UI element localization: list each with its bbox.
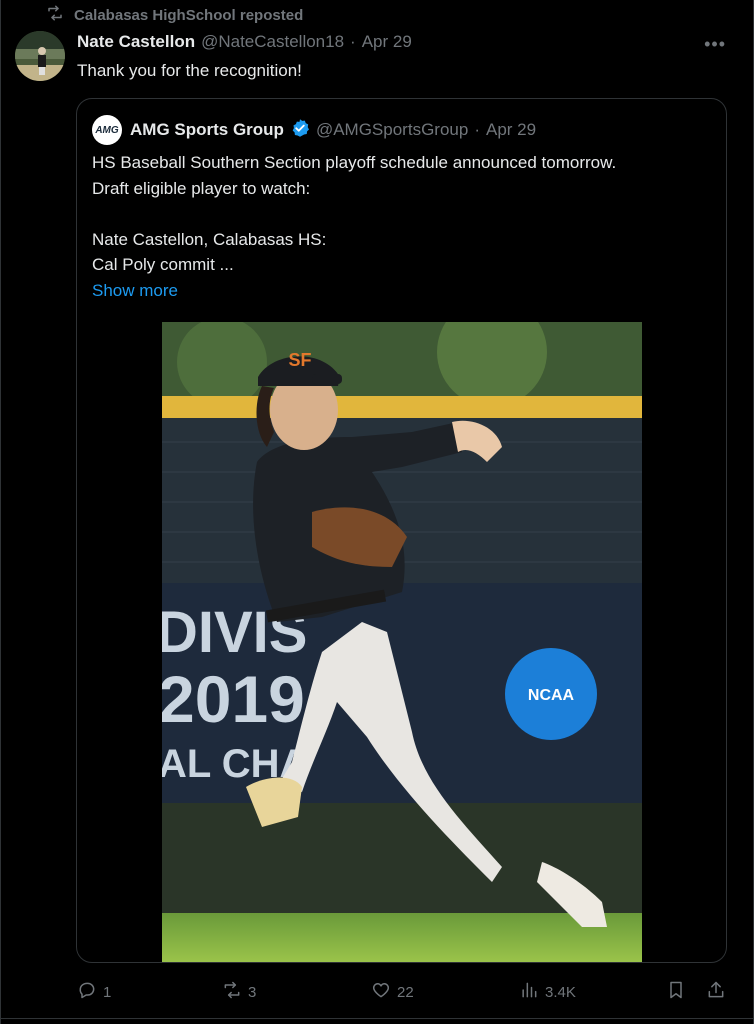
ncaa-logo-text: NCAA: [528, 687, 575, 704]
quote-separator: ·: [474, 120, 480, 139]
share-icon: [706, 980, 726, 1004]
action-bar: 1 3 22 3.4K: [0, 978, 754, 1006]
quote-line: Nate Castellon, Calabasas HS:: [92, 229, 327, 249]
reply-count: 1: [103, 983, 112, 1001]
quote-line: Draft eligible player to watch:: [92, 178, 311, 198]
like-button[interactable]: 22: [371, 978, 414, 1006]
views-count: 3.4K: [545, 983, 576, 1001]
svg-text:SF: SF: [288, 350, 311, 370]
repost-label: Calabasas HighSchool reposted: [74, 6, 304, 24]
views-button[interactable]: 3.4K: [519, 978, 576, 1006]
quote-header: AMG AMG Sports Group @AMGSportsGroup · A…: [92, 115, 536, 145]
bookmark-icon: [666, 980, 686, 1004]
repost-icon: [46, 4, 64, 26]
quote-date[interactable]: Apr 29: [486, 120, 536, 140]
bottom-border: [0, 1018, 754, 1019]
reply-icon: [77, 980, 97, 1004]
author-handle[interactable]: @NateCastellon18: [201, 32, 344, 52]
quoted-tweet[interactable]: AMG AMG Sports Group @AMGSportsGroup · A…: [76, 98, 727, 963]
more-options-icon[interactable]: •••: [704, 34, 726, 55]
quote-text: HS Baseball Southern Section playoff sch…: [92, 150, 712, 303]
left-border: [0, 0, 1, 1024]
quote-media-photo[interactable]: DIVIS 2019 AL CHA NCAA SF: [162, 322, 642, 962]
bookmark-button[interactable]: [666, 978, 686, 1006]
heart-icon: [371, 980, 391, 1004]
tweet-header: Nate Castellon @NateCastellon18 · Apr 29: [77, 32, 412, 56]
verified-badge-icon: [290, 118, 310, 143]
quote-line: [92, 201, 712, 227]
reply-button[interactable]: 1: [77, 978, 111, 1006]
like-count: 22: [397, 983, 414, 1001]
repost-button[interactable]: 3: [222, 978, 256, 1006]
tweet-date[interactable]: Apr 29: [362, 32, 412, 52]
show-more-link[interactable]: Show more: [92, 278, 712, 304]
author-name[interactable]: Nate Castellon: [77, 32, 195, 52]
repost-count: 3: [248, 983, 257, 1001]
repost-context[interactable]: Calabasas HighSchool reposted: [46, 5, 303, 25]
quote-avatar[interactable]: AMG: [92, 115, 122, 145]
banner-text: 2019: [162, 662, 305, 736]
quote-line: HS Baseball Southern Section playoff sch…: [92, 153, 617, 172]
avatar[interactable]: [15, 31, 65, 81]
views-chart-icon: [519, 980, 539, 1004]
tweet-text: Thank you for the recognition!: [77, 61, 302, 80]
quote-author-name[interactable]: AMG Sports Group: [130, 120, 284, 140]
share-button[interactable]: [706, 978, 726, 1006]
repost-icon: [222, 980, 242, 1004]
quote-line: Cal Poly commit ...: [92, 255, 234, 274]
quote-author-handle[interactable]: @AMGSportsGroup: [316, 120, 468, 140]
header-separator: ·: [350, 32, 356, 51]
